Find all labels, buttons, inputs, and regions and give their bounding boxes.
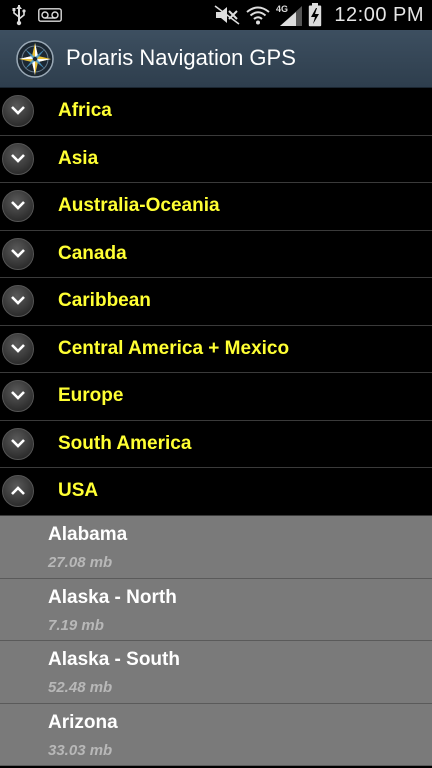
group-label: Asia bbox=[58, 147, 99, 169]
map-name: Alabama bbox=[48, 524, 128, 545]
app-title: Polaris Navigation GPS bbox=[66, 45, 296, 70]
group-label: Canada bbox=[58, 242, 127, 264]
usb-icon bbox=[12, 4, 26, 26]
group-asia[interactable]: Asia bbox=[0, 135, 432, 183]
battery-charging-icon bbox=[308, 3, 322, 27]
expand-chevron-down-icon[interactable] bbox=[2, 285, 34, 317]
list-item-alabama[interactable]: Alabama 27.08 mb bbox=[0, 516, 432, 579]
map-name: Arizona bbox=[48, 711, 118, 733]
group-south-america[interactable]: South America bbox=[0, 420, 432, 468]
group-usa[interactable]: USA bbox=[0, 468, 432, 516]
status-left-icons bbox=[12, 3, 62, 27]
region-list: Africa Asia Australia-Oceania Canada Car… bbox=[0, 88, 432, 516]
action-bar: Polaris Navigation GPS bbox=[0, 30, 432, 88]
voicemail-icon bbox=[38, 8, 62, 22]
expand-chevron-down-icon[interactable] bbox=[2, 190, 34, 222]
list-item-alaska-north[interactable]: Alaska - North 7.19 mb bbox=[0, 578, 432, 641]
group-label: South America bbox=[58, 432, 192, 454]
expand-chevron-down-icon[interactable] bbox=[2, 380, 34, 412]
compass-rose-icon[interactable] bbox=[16, 40, 54, 78]
map-name: Alaska - North bbox=[48, 586, 177, 608]
expand-chevron-down-icon[interactable] bbox=[2, 237, 34, 270]
group-label: Australia-Oceania bbox=[58, 195, 220, 216]
expand-chevron-down-icon[interactable] bbox=[2, 332, 34, 365]
expand-chevron-down-icon[interactable] bbox=[2, 427, 34, 460]
signal-icon: 4G bbox=[276, 4, 303, 26]
collapse-chevron-up-icon[interactable] bbox=[2, 475, 34, 507]
map-name: Alaska - South bbox=[48, 649, 180, 670]
group-label: Central America + Mexico bbox=[58, 337, 290, 359]
group-central-america-mexico[interactable]: Central America + Mexico bbox=[0, 325, 432, 373]
expand-chevron-down-icon[interactable] bbox=[2, 95, 34, 127]
group-label: Caribbean bbox=[58, 290, 151, 311]
group-label: Europe bbox=[58, 385, 124, 406]
map-size: 7.19 mb bbox=[48, 616, 104, 634]
map-size: 33.03 mb bbox=[48, 741, 113, 759]
status-bar: 4G 12:00 PM bbox=[0, 0, 432, 30]
map-size: 52.48 mb bbox=[48, 679, 113, 696]
mute-icon bbox=[214, 5, 240, 25]
group-label: Africa bbox=[58, 100, 112, 121]
network-type-label: 4G bbox=[276, 4, 288, 14]
map-size: 27.08 mb bbox=[48, 554, 113, 571]
clock: 12:00 PM bbox=[334, 3, 424, 26]
group-caribbean[interactable]: Caribbean bbox=[0, 278, 432, 326]
group-australia-oceania[interactable]: Australia-Oceania bbox=[0, 183, 432, 231]
usa-region-list: Alabama 27.08 mb Alaska - North 7.19 mb … bbox=[0, 516, 432, 766]
group-label: USA bbox=[58, 480, 99, 501]
group-europe[interactable]: Europe bbox=[0, 373, 432, 421]
list-item-arizona[interactable]: Arizona 33.03 mb bbox=[0, 703, 432, 766]
expand-chevron-down-icon[interactable] bbox=[2, 142, 34, 175]
wifi-icon bbox=[246, 5, 271, 25]
group-africa[interactable]: Africa bbox=[0, 88, 432, 136]
status-right-icons: 4G 12:00 PM bbox=[214, 3, 424, 27]
group-canada[interactable]: Canada bbox=[0, 230, 432, 278]
list-item-alaska-south[interactable]: Alaska - South 52.48 mb bbox=[0, 641, 432, 704]
